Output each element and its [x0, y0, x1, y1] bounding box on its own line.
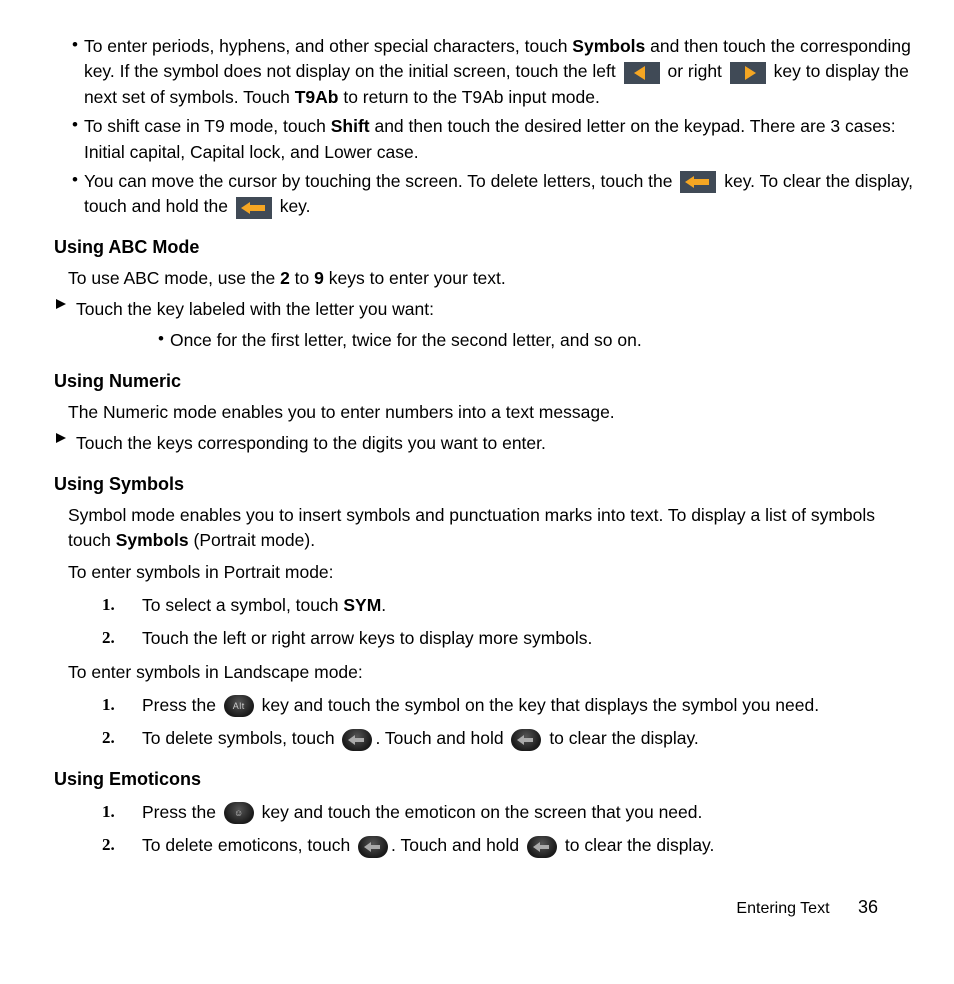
heading-symbols: Using Symbols — [54, 471, 916, 497]
step-item: Touch the key labeled with the letter yo… — [54, 297, 916, 322]
body-text: Touch the keys corresponding to the digi… — [76, 431, 546, 456]
bold-text: Symbols — [572, 36, 645, 56]
heading-abc-mode: Using ABC Mode — [54, 234, 916, 260]
text: To use ABC mode, use the — [68, 268, 280, 288]
text: To delete emoticons, touch — [142, 835, 355, 855]
list-number: 2. — [102, 626, 142, 651]
body-text: To enter periods, hyphens, and other spe… — [84, 34, 916, 110]
body-text: Symbol mode enables you to insert symbol… — [68, 503, 916, 554]
list-item: • To shift case in T9 mode, touch Shift … — [72, 114, 916, 165]
ordered-list-item: 2. Touch the left or right arrow keys to… — [102, 626, 916, 651]
ordered-list-item: 1. To select a symbol, touch SYM. — [102, 593, 916, 618]
list-item: • To enter periods, hyphens, and other s… — [72, 34, 916, 110]
body-text: To use ABC mode, use the 2 to 9 keys to … — [68, 266, 916, 291]
alt-key-icon: Alt — [224, 695, 254, 717]
text: key. — [275, 196, 311, 216]
text: To select a symbol, touch — [142, 595, 343, 615]
text: to return to the T9Ab input mode. — [338, 87, 599, 107]
backspace-key-icon — [680, 171, 716, 193]
body-text: To delete emoticons, touch . Touch and h… — [142, 833, 714, 858]
text: keys to enter your text. — [324, 268, 506, 288]
body-text: To delete symbols, touch . Touch and hol… — [142, 726, 699, 751]
step-item: Touch the keys corresponding to the digi… — [54, 431, 916, 456]
ordered-list-item: 2. To delete emoticons, touch . Touch an… — [102, 833, 916, 858]
bold-text: 9 — [314, 268, 324, 288]
page-footer: Entering Text 36 — [736, 894, 878, 920]
body-text: The Numeric mode enables you to enter nu… — [68, 400, 916, 425]
backspace-key-icon — [342, 729, 372, 751]
bullet-icon: • — [72, 168, 78, 219]
text: To enter periods, hyphens, and other spe… — [84, 36, 572, 56]
body-text: Touch the left or right arrow keys to di… — [142, 626, 592, 651]
footer-section: Entering Text — [736, 900, 829, 917]
body-text: Press the Alt key and touch the symbol o… — [142, 693, 819, 718]
text: . Touch and hold — [391, 835, 524, 855]
body-text: Touch the key labeled with the letter yo… — [76, 297, 434, 322]
body-text: To shift case in T9 mode, touch Shift an… — [84, 114, 916, 165]
list-item: • Once for the first letter, twice for t… — [158, 328, 916, 353]
bold-text: 2 — [280, 268, 290, 288]
ordered-list-item: 2. To delete symbols, touch . Touch and … — [102, 726, 916, 751]
bold-text: T9Ab — [295, 87, 339, 107]
emoticon-key-icon: ☺ — [224, 802, 254, 824]
text: . Touch and hold — [375, 728, 508, 748]
backspace-key-icon — [236, 197, 272, 219]
backspace-key-icon — [527, 836, 557, 858]
text: to clear the display. — [544, 728, 698, 748]
bullet-icon: • — [158, 327, 164, 352]
text: or right — [663, 61, 727, 81]
body-text: To select a symbol, touch SYM. — [142, 593, 386, 618]
text: to clear the display. — [560, 835, 714, 855]
bullet-icon: • — [72, 33, 78, 109]
bold-text: Shift — [331, 116, 370, 136]
heading-emoticons: Using Emoticons — [54, 766, 916, 792]
left-arrow-key-icon — [624, 62, 660, 84]
backspace-key-icon — [358, 836, 388, 858]
triangle-bullet-icon — [54, 431, 68, 456]
body-text: Once for the first letter, twice for the… — [170, 328, 642, 353]
bold-text: SYM — [343, 595, 381, 615]
list-item: • You can move the cursor by touching th… — [72, 169, 916, 220]
list-number: 1. — [102, 800, 142, 825]
text: Press the — [142, 802, 221, 822]
bold-text: Symbols — [116, 530, 189, 550]
text: to — [290, 268, 314, 288]
backspace-key-icon — [511, 729, 541, 751]
text: Press the — [142, 695, 221, 715]
text: . — [381, 595, 386, 615]
list-number: 2. — [102, 726, 142, 751]
text: To shift case in T9 mode, touch — [84, 116, 331, 136]
text: (Portrait mode). — [189, 530, 315, 550]
triangle-bullet-icon — [54, 297, 68, 322]
list-number: 2. — [102, 833, 142, 858]
text: key and touch the symbol on the key that… — [257, 695, 819, 715]
footer-page-number: 36 — [858, 897, 878, 917]
body-text: To enter symbols in Portrait mode: — [68, 560, 916, 585]
body-text: To enter symbols in Landscape mode: — [68, 660, 916, 685]
list-number: 1. — [102, 693, 142, 718]
ordered-list-item: 1. Press the ☺ key and touch the emotico… — [102, 800, 916, 825]
body-text: You can move the cursor by touching the … — [84, 169, 916, 220]
bullet-icon: • — [72, 113, 78, 164]
heading-numeric: Using Numeric — [54, 368, 916, 394]
text: key and touch the emoticon on the screen… — [257, 802, 703, 822]
ordered-list-item: 1. Press the Alt key and touch the symbo… — [102, 693, 916, 718]
text: You can move the cursor by touching the … — [84, 171, 677, 191]
list-number: 1. — [102, 593, 142, 618]
text: To delete symbols, touch — [142, 728, 339, 748]
right-arrow-key-icon — [730, 62, 766, 84]
body-text: Press the ☺ key and touch the emoticon o… — [142, 800, 702, 825]
